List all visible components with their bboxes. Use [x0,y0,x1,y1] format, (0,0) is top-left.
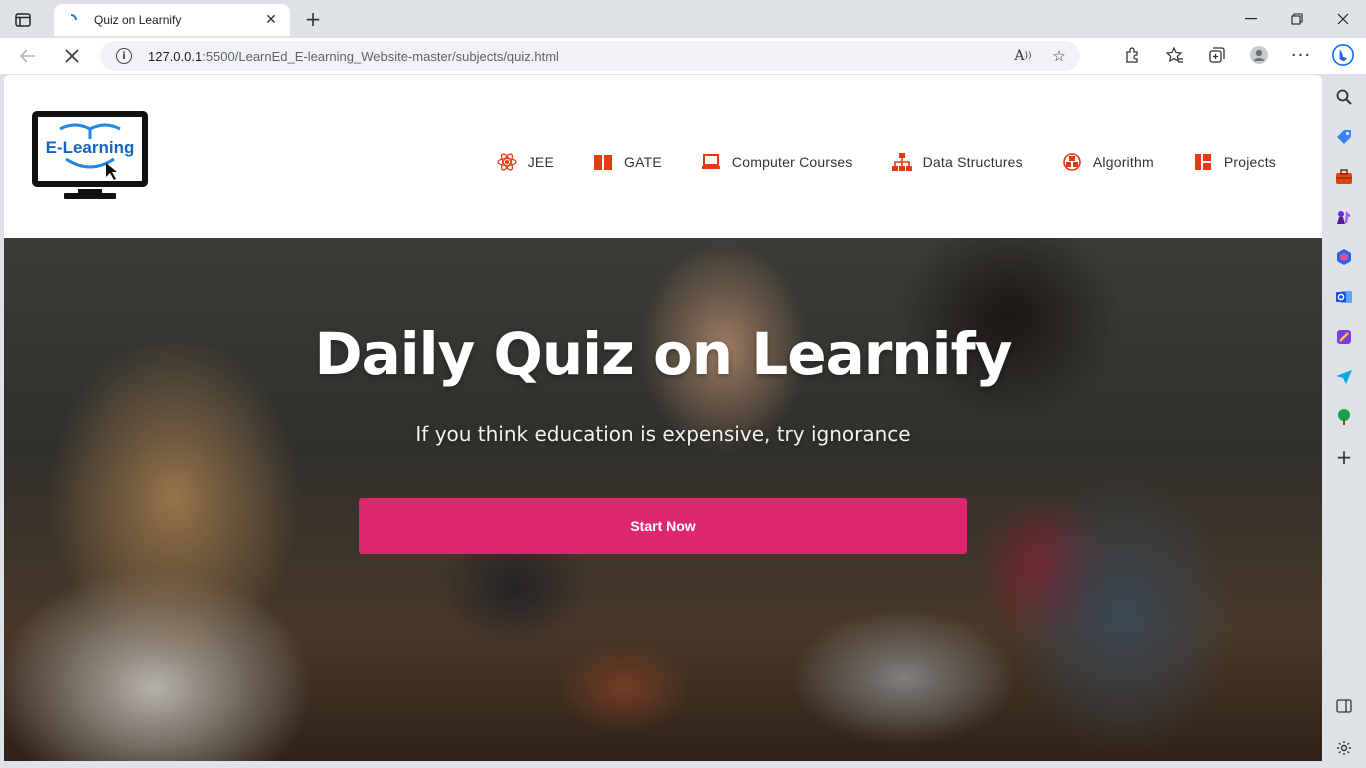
tab-actions-icon[interactable] [10,8,36,32]
browser-tab-active[interactable]: Quiz on Learnify ✕ [54,4,290,36]
hero-title: Daily Quiz on Learnify [314,320,1012,388]
nav-label: Data Structures [922,154,1023,170]
copilot-icon[interactable] [1332,44,1354,66]
games-icon[interactable] [1333,206,1355,228]
nav-label: Projects [1223,154,1276,170]
shopping-tag-icon[interactable] [1333,126,1355,148]
new-tab-icon[interactable]: + [302,8,324,30]
designer-icon[interactable] [1333,326,1355,348]
add-favorite-icon[interactable]: ☆ [1048,45,1070,67]
profile-avatar-icon[interactable] [1248,44,1270,66]
outlook-icon[interactable] [1333,286,1355,308]
url-host: 127.0.0.1 [148,48,203,64]
restore-icon[interactable] [1274,6,1320,32]
book-icon [592,151,614,173]
nav-item-data-structures[interactable]: Data Structures [891,151,1023,173]
cubes-icon [1061,151,1083,173]
site-header: E-Learning JEE GATE Computer Courses Dat… [4,75,1322,238]
tab-close-icon[interactable]: ✕ [262,12,280,28]
hero-section: Daily Quiz on Learnify If you think educ… [4,238,1322,761]
settings-gear-icon[interactable] [1336,740,1352,760]
sitemap-icon [891,151,913,173]
collections-icon[interactable] [1206,44,1228,66]
url-path: :5500/LearnEd_E-learning_Website-master/… [202,48,559,64]
favorites-icon[interactable] [1164,44,1186,66]
browser-sidebar: + [1322,74,1366,768]
nav-label: Computer Courses [731,154,853,170]
nav-label: JEE [527,154,555,170]
hero-subtitle: If you think education is expensive, try… [415,422,911,446]
page-viewport: E-Learning JEE GATE Computer Courses Dat… [4,75,1322,761]
nav-label: Algorithm [1092,154,1154,170]
add-sidebar-item-icon[interactable]: + [1333,445,1355,469]
more-menu-icon[interactable]: ··· [1290,44,1312,66]
extensions-icon[interactable] [1122,44,1144,66]
url-field[interactable]: i 127.0.0.1:5500/LearnEd_E-learning_Webs… [100,41,1080,71]
microsoft-365-icon[interactable] [1333,246,1355,268]
tree-icon[interactable] [1333,406,1355,428]
hide-sidebar-icon[interactable] [1336,698,1352,718]
close-window-icon[interactable] [1320,6,1366,32]
search-icon[interactable] [1333,86,1355,108]
toolbox-icon[interactable] [1333,166,1355,188]
site-info-icon[interactable]: i [116,48,132,64]
nav-item-algorithm[interactable]: Algorithm [1061,151,1154,173]
nav-item-computer-courses[interactable]: Computer Courses [700,151,853,173]
nav-item-gate[interactable]: GATE [592,151,662,173]
site-logo[interactable]: E-Learning [30,109,150,217]
sidebar-bottom [1322,698,1366,760]
send-icon[interactable] [1333,366,1355,388]
main-nav: JEE GATE Computer Courses Data Structure… [496,151,1276,173]
logo-text: E-Learning [46,138,135,157]
loading-favicon-icon [64,13,78,27]
laptop-icon [700,151,722,173]
tab-title: Quiz on Learnify [94,13,182,27]
nav-item-projects[interactable]: Projects [1192,151,1276,173]
browser-tab-bar: Quiz on Learnify ✕ + [0,0,1366,38]
dashboard-icon [1192,151,1214,173]
nav-item-jee[interactable]: JEE [496,151,554,173]
back-icon[interactable] [14,44,42,68]
nav-label: GATE [624,154,662,170]
stop-loading-icon[interactable] [58,44,86,68]
start-now-button[interactable]: Start Now [359,498,967,554]
read-aloud-icon[interactable]: A)) [1012,45,1034,67]
minimize-icon[interactable] [1228,6,1274,32]
atom-icon [496,151,518,173]
address-toolbar: i 127.0.0.1:5500/LearnEd_E-learning_Webs… [0,38,1366,74]
